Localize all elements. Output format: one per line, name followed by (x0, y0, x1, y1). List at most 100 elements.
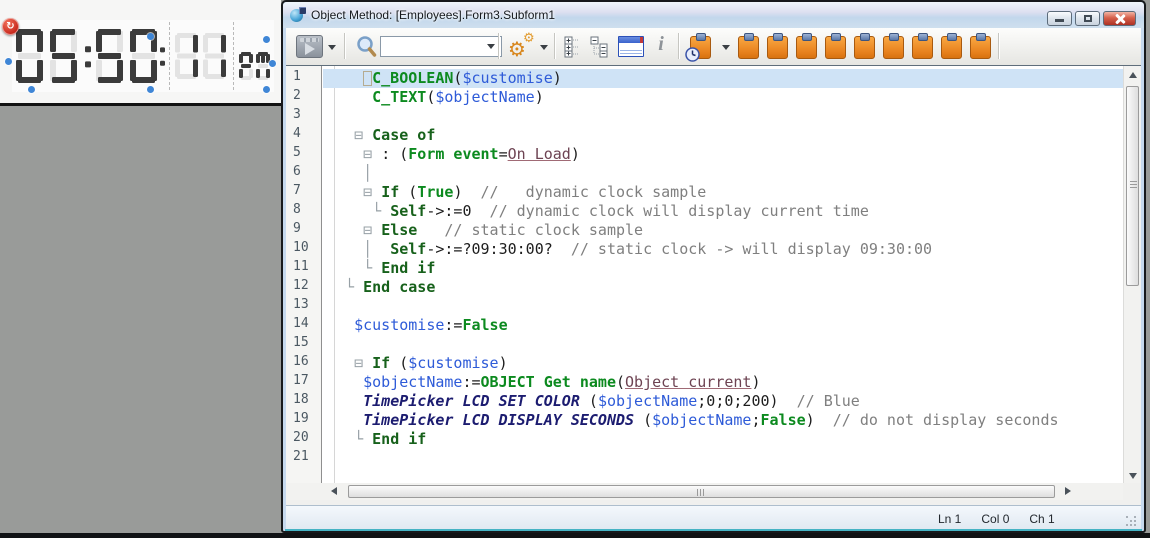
window-bottom-edge (285, 529, 1142, 531)
search-dropdown-arrow[interactable] (487, 44, 495, 49)
run-method-button[interactable] (296, 35, 323, 58)
selection-handle[interactable] (147, 86, 154, 93)
code-line-15[interactable] (323, 335, 1123, 354)
code-line-6[interactable]: │ (323, 164, 1123, 183)
information-icon[interactable] (654, 33, 668, 56)
fold-structure[interactable]: │ (327, 240, 390, 258)
fold-structure[interactable]: └ (327, 259, 381, 277)
fold-structure[interactable]: ⊟ (327, 183, 381, 201)
titlebar[interactable]: Object Method: [Employees].Form3.Subform… (283, 2, 1144, 28)
clipboard-icon-3[interactable] (796, 36, 817, 59)
code-line-3[interactable] (323, 107, 1123, 126)
selection-handle[interactable] (147, 33, 154, 40)
scroll-down-button[interactable] (1124, 466, 1141, 483)
selection-handle[interactable] (28, 86, 35, 93)
horizontal-scrollbar[interactable] (286, 483, 1141, 500)
fold-structure[interactable]: ⊟ (327, 126, 372, 144)
code-line-19[interactable]: TimePicker LCD DISPLAY SECONDS ($objectN… (323, 411, 1123, 430)
lcd-clock-widget[interactable] (12, 20, 274, 92)
object-method-badge[interactable] (2, 18, 19, 35)
code-line-9[interactable]: ⊟ Else // static clock sample (323, 221, 1123, 240)
lcd-hour-digit (16, 29, 43, 88)
line-number: 12 (286, 278, 321, 297)
clipboard-history-button[interactable] (690, 36, 711, 59)
fold-structure[interactable]: ⊟ (327, 354, 372, 372)
code-line-8[interactable]: └ Self->:=0 // dynamic clock will displa… (323, 202, 1123, 221)
code-line-1[interactable]: C_BOOLEAN($customise) (323, 69, 1123, 88)
clipboard-icon-1[interactable] (738, 36, 759, 59)
lcd-second-digit (203, 33, 226, 84)
selection-handle[interactable] (263, 36, 270, 43)
fold-structure[interactable]: ⊟ (327, 145, 381, 163)
clipboard-icon-2[interactable] (767, 36, 788, 59)
expand-all-icon[interactable] (564, 36, 582, 58)
line-number: 15 (286, 335, 321, 354)
line-number: 20 (286, 430, 321, 449)
code-line-16[interactable]: ⊟ If ($customise) (323, 354, 1123, 373)
fold-structure[interactable] (327, 88, 372, 106)
fold-structure[interactable] (327, 69, 363, 87)
lcd-minute-digit (96, 29, 123, 88)
code-line-2[interactable]: C_TEXT($objectName) (323, 88, 1123, 107)
line-number: 14 (286, 316, 321, 335)
run-dropdown-arrow[interactable] (328, 45, 336, 50)
clipboard-icon-5[interactable] (854, 36, 875, 59)
code-line-20[interactable]: └ End if (323, 430, 1123, 449)
fold-structure[interactable] (327, 392, 363, 410)
search-input[interactable] (383, 38, 487, 56)
fold-structure[interactable]: ⊟ (327, 221, 381, 239)
clipboard-dropdown-arrow[interactable] (722, 45, 730, 50)
clipboard-icon-7[interactable] (912, 36, 933, 59)
code-line-14[interactable]: $customise:=False (323, 316, 1123, 335)
code-line-18[interactable]: TimePicker LCD SET COLOR ($objectName;0;… (323, 392, 1123, 411)
resize-grip[interactable] (1126, 516, 1136, 526)
collapse-all-icon[interactable] (590, 36, 614, 58)
fold-structure[interactable] (327, 316, 354, 334)
clipboard-icon-4[interactable] (825, 36, 846, 59)
line-number: 7 (286, 183, 321, 202)
status-line: Ln 1 (938, 512, 961, 526)
settings-dropdown-arrow[interactable] (540, 45, 548, 50)
fold-structure[interactable] (327, 411, 363, 429)
vertical-scrollbar[interactable] (1123, 66, 1141, 483)
code-line-13[interactable] (323, 297, 1123, 316)
fold-structure[interactable]: └ (327, 430, 372, 448)
vertical-scroll-thumb[interactable] (1126, 86, 1139, 286)
scroll-right-button[interactable] (1058, 483, 1075, 500)
code-line-5[interactable]: ⊟ : (Form event=On Load) (323, 145, 1123, 164)
clipboard-icon-9[interactable] (970, 36, 991, 59)
toolbar-separator (998, 33, 999, 59)
line-number: 10 (286, 240, 321, 259)
line-number: 4 (286, 126, 321, 145)
code-line-11[interactable]: └ End if (323, 259, 1123, 278)
code-line-12[interactable]: └ End case (323, 278, 1123, 297)
toolbar-separator (498, 33, 499, 59)
method-settings-button[interactable] (508, 31, 538, 61)
selection-handle[interactable] (263, 86, 270, 93)
close-button[interactable] (1103, 11, 1136, 26)
selection-handle[interactable] (269, 60, 276, 67)
code-line-4[interactable]: ⊟ Case of (323, 126, 1123, 145)
maximize-button[interactable] (1075, 11, 1100, 26)
clipboard-icon-8[interactable] (941, 36, 962, 59)
fold-structure[interactable]: └ (327, 202, 390, 220)
fold-structure[interactable]: └ (327, 278, 363, 296)
scroll-up-button[interactable] (1124, 66, 1141, 83)
minimize-button[interactable] (1047, 11, 1072, 26)
scroll-left-button[interactable] (326, 483, 343, 500)
lcd-meridiem-letter (239, 52, 253, 85)
fold-structure[interactable] (327, 373, 363, 391)
horizontal-scroll-thumb[interactable] (348, 485, 1055, 498)
line-number: 18 (286, 392, 321, 411)
search-combobox[interactable] (380, 36, 502, 57)
code-area[interactable]: C_BOOLEAN($customise) C_TEXT($objectName… (323, 66, 1123, 483)
code-line-21[interactable] (323, 449, 1123, 468)
code-line-7[interactable]: ⊟ If (True) // dynamic clock sample (323, 183, 1123, 202)
fold-structure[interactable]: │ (327, 164, 372, 182)
clipboard-icon-6[interactable] (883, 36, 904, 59)
code-line-17[interactable]: $objectName:=OBJECT Get name(Object curr… (323, 373, 1123, 392)
selection-handle[interactable] (5, 58, 12, 65)
code-line-10[interactable]: │ Self->:=?09:30:00? // static clock -> … (323, 240, 1123, 259)
method-properties-icon[interactable] (618, 36, 644, 57)
toolbar (286, 28, 1141, 66)
